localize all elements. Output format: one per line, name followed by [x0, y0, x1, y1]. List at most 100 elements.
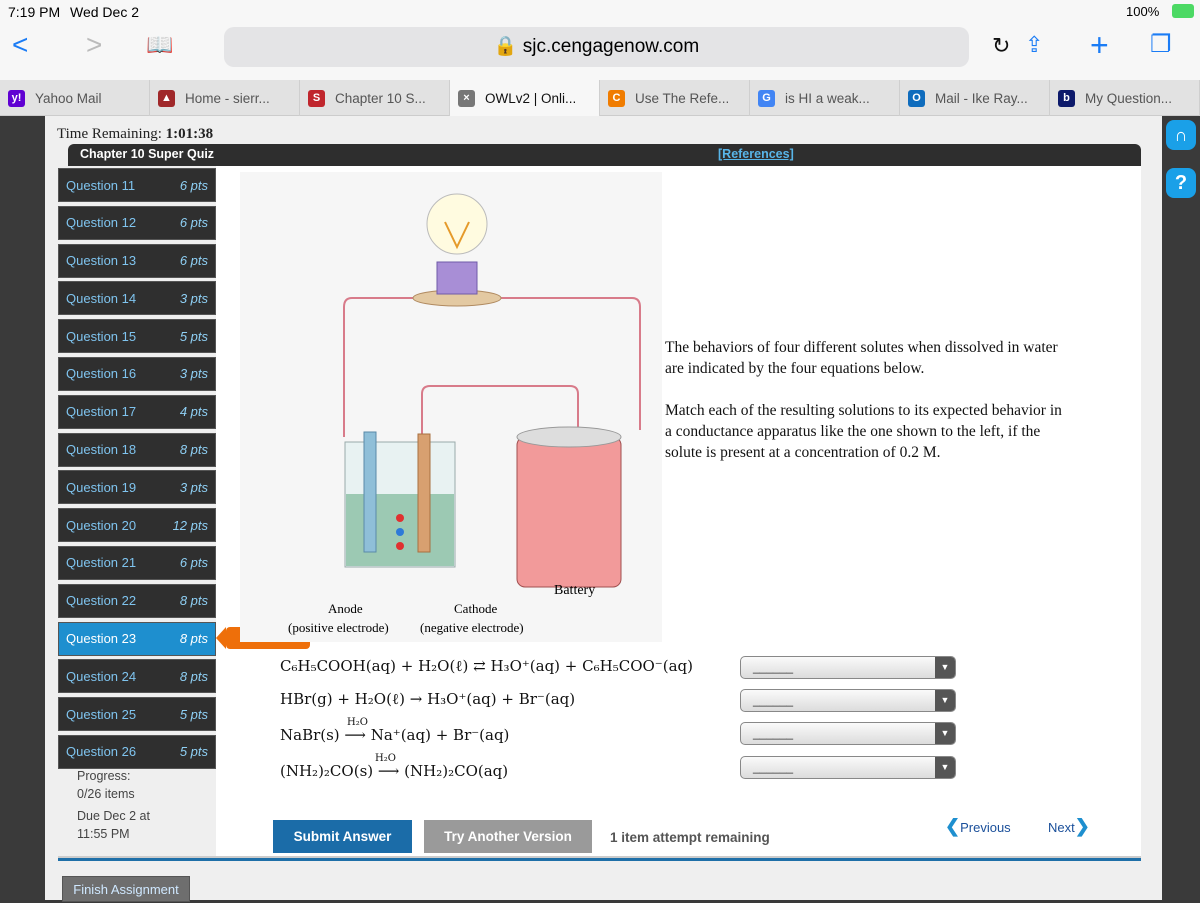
prompt-paragraph: The behaviors of four different solutes … — [665, 339, 1058, 377]
question-label: Question 25 — [66, 706, 137, 722]
time-label: Time Remaining: — [57, 126, 162, 142]
quiz-title: Chapter 10 Super Quiz — [80, 147, 215, 161]
due-date: Due Dec 2 at — [77, 809, 150, 823]
tab-2[interactable]: S Chapter 10 S... — [300, 80, 450, 116]
question-points: 8 pts — [179, 668, 208, 684]
time-remaining: Time Remaining: 1:01:38 — [57, 126, 213, 143]
next-button[interactable]: Next❯ — [1048, 816, 1090, 837]
help-icon[interactable]: ? — [1166, 168, 1196, 198]
tab-0[interactable]: y! Yahoo Mail — [0, 80, 150, 116]
question-item[interactable]: Question 17 4 pts — [58, 394, 216, 429]
question-label: Question 22 — [66, 593, 137, 609]
tab-favicon-icon: G — [758, 89, 775, 107]
tab-label: Chapter 10 S... — [335, 90, 426, 106]
question-item[interactable]: Question 20 12 pts — [58, 508, 216, 543]
divider — [58, 856, 1141, 861]
equation-4-over: H₂O — [375, 753, 396, 764]
back-icon[interactable]: < — [12, 25, 28, 65]
tab-1[interactable]: ▲ Home - sierr... — [150, 80, 300, 116]
tab-label: Mail - Ike Ray... — [935, 90, 1028, 106]
finish-assignment-button[interactable]: Finish Assignment — [62, 876, 190, 902]
question-item[interactable]: Question 11 6 pts — [58, 168, 216, 202]
question-label: Question 15 — [66, 328, 137, 344]
question-item[interactable]: Question 22 8 pts — [58, 583, 216, 618]
question-label: Question 19 — [66, 479, 137, 495]
question-points: 3 pts — [179, 366, 208, 382]
question-item[interactable]: Question 19 3 pts — [58, 470, 216, 505]
tab-favicon-icon: S — [308, 89, 325, 107]
tab-6[interactable]: O Mail - Ike Ray... — [900, 80, 1050, 116]
question-item[interactable]: Question 23 8 pts — [58, 621, 216, 656]
tab-favicon-icon: y! — [8, 89, 25, 107]
question-item[interactable]: Question 18 8 pts — [58, 432, 216, 467]
chevron-right-icon: ❯ — [1074, 816, 1090, 836]
question-points: 6 pts — [179, 215, 208, 231]
question-label: Question 13 — [66, 253, 137, 269]
question-points: 12 pts — [172, 517, 208, 533]
battery-icon — [1172, 4, 1194, 18]
question-label: Question 17 — [66, 404, 137, 420]
question-points: 6 pts — [179, 555, 208, 571]
anode-label: Anode — [328, 601, 363, 616]
equation-4: (NH₂)₂CO(s) ⟶ (NH₂)₂CO(aq) — [280, 762, 509, 780]
cathode-sublabel: (negative electrode) — [420, 620, 524, 635]
question-item[interactable]: Question 13 6 pts — [58, 243, 216, 278]
tab-5[interactable]: Gis HI a weak... — [750, 80, 900, 116]
reload-icon[interactable]: ↻ — [992, 33, 1010, 59]
forward-icon[interactable]: > — [86, 25, 102, 65]
question-points: 6 pts — [179, 177, 208, 193]
tab-label: Yahoo Mail — [35, 90, 102, 106]
question-item[interactable]: Question 21 6 pts — [58, 545, 216, 580]
previous-button[interactable]: ❮Previous — [945, 816, 1011, 837]
question-item[interactable]: Question 26 5 pts — [58, 734, 216, 769]
submit-answer-button[interactable]: Submit Answer — [273, 820, 412, 853]
browser-toolbar: < > 📖 AA 🔒 sjc.cengagenow.com ↻ ⇪ + ❐ — [0, 25, 1200, 80]
prompt-paragraph: Match each of the resulting solutions to… — [665, 402, 1062, 461]
headset-icon[interactable]: ∩ — [1166, 120, 1196, 150]
tab-3[interactable]: × OWLv2 | Onli... — [450, 80, 600, 116]
equation-1: C₆H₅COOH(aq) + H₂O(ℓ) ⇄ H₃O⁺(aq) + C₆H₅C… — [280, 657, 693, 675]
answer-select-1[interactable]: ______ ▼ — [740, 656, 956, 679]
equation-3: NaBr(s) ⟶ Na⁺(aq) + Br⁻(aq) — [280, 726, 510, 744]
new-tab-icon[interactable]: + — [1090, 25, 1109, 65]
question-points: 6 pts — [179, 253, 208, 269]
question-item[interactable]: Question 15 5 pts — [58, 319, 216, 354]
try-another-version-button[interactable]: Try Another Version — [424, 820, 592, 853]
answer-select-2[interactable]: ______ ▼ — [740, 689, 956, 712]
question-item[interactable]: Question 14 3 pts — [58, 281, 216, 316]
references-link[interactable]: [References] — [718, 144, 794, 164]
question-label: Question 14 — [66, 290, 137, 306]
select-value: ______ — [753, 693, 794, 707]
chevron-left-icon: ❮ — [945, 816, 961, 836]
question-points: 8 pts — [179, 442, 208, 458]
answer-select-4[interactable]: ______ ▼ — [740, 756, 956, 779]
question-label: Question 23 — [66, 631, 137, 647]
url-text: sjc.cengagenow.com — [522, 36, 700, 57]
tabs-overview-icon[interactable]: ❐ — [1150, 25, 1172, 65]
bookmarks-icon[interactable]: 📖 — [146, 25, 173, 65]
question-points: 3 pts — [179, 479, 208, 495]
dropdown-arrow-icon: ▼ — [935, 657, 955, 678]
question-item[interactable]: Question 12 6 pts — [58, 205, 216, 240]
question-points: 5 pts — [179, 744, 208, 760]
answer-select-3[interactable]: ______ ▼ — [740, 722, 956, 745]
dropdown-arrow-icon: ▼ — [935, 757, 955, 778]
question-points: 4 pts — [179, 404, 208, 420]
question-points: 8 pts — [179, 593, 208, 609]
progress-label: Progress: — [77, 769, 131, 783]
address-bar[interactable]: 🔒 sjc.cengagenow.com — [224, 27, 969, 67]
question-item[interactable]: Question 16 3 pts — [58, 356, 216, 391]
tab-7[interactable]: b My Question... — [1050, 80, 1200, 116]
share-icon[interactable]: ⇪ — [1025, 25, 1043, 65]
lock-icon: 🔒 — [493, 36, 523, 57]
select-value: ______ — [753, 760, 794, 774]
cathode-electrode — [417, 433, 431, 553]
question-points: 5 pts — [179, 706, 208, 722]
question-item[interactable]: Question 24 8 pts — [58, 659, 216, 694]
equation-2: HBr(g) + H₂O(ℓ) → H₃O⁺(aq) + Br⁻(aq) — [280, 690, 576, 708]
question-points: 5 pts — [179, 328, 208, 344]
question-item[interactable]: Question 25 5 pts — [58, 697, 216, 732]
tab-4[interactable]: C Use The Refe... — [600, 80, 750, 116]
question-prompt: The behaviors of four different solutes … — [665, 337, 1065, 484]
question-label: Question 24 — [66, 668, 137, 684]
